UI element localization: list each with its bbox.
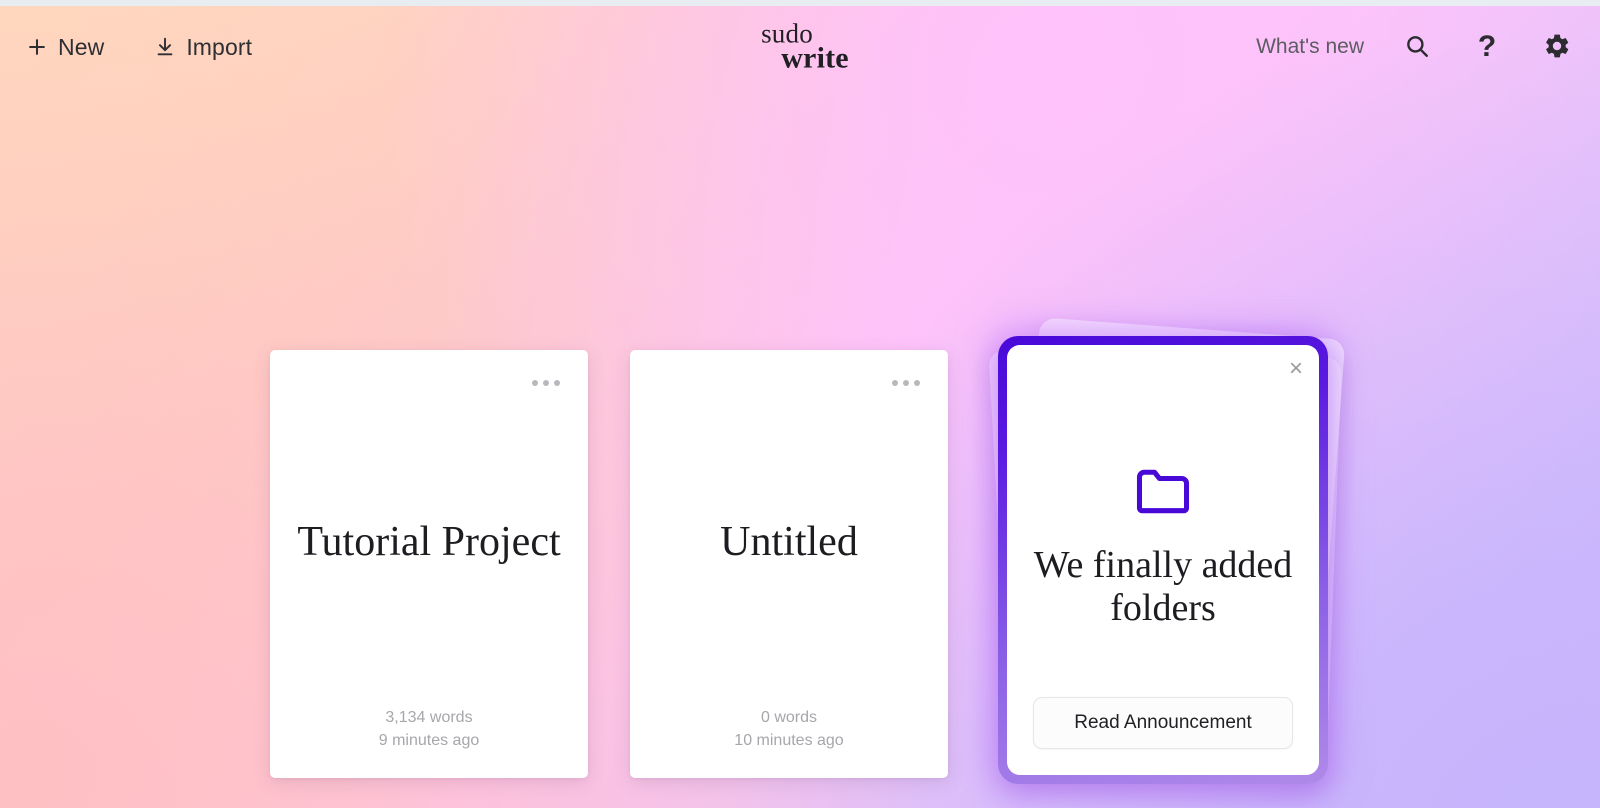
header-right-actions: What's new ?: [1256, 30, 1574, 64]
folder-icon: [1134, 467, 1192, 520]
dot: [532, 380, 538, 386]
more-options-icon[interactable]: [532, 380, 560, 386]
download-icon: [154, 36, 176, 58]
plus-icon: [26, 36, 48, 58]
announcement-card-border: × We finally added folders Read Announce…: [998, 336, 1328, 784]
announcement-title: We finally added folders: [1033, 544, 1293, 630]
whats-new-button[interactable]: What's new: [1256, 35, 1364, 59]
project-meta: 0 words 10 minutes ago: [630, 706, 948, 778]
dot: [903, 380, 909, 386]
header-left-actions: New Import: [26, 34, 252, 61]
dot: [914, 380, 920, 386]
close-icon[interactable]: ×: [1289, 357, 1303, 381]
sudowrite-logo[interactable]: sudo write: [751, 20, 849, 74]
new-project-button[interactable]: New: [26, 34, 104, 61]
app-root: New Import sudo write What's new ? Tutor…: [0, 0, 1600, 808]
settings-button[interactable]: [1540, 30, 1574, 64]
search-icon: [1404, 33, 1430, 62]
more-options-icon[interactable]: [892, 380, 920, 386]
project-modified-time: 10 minutes ago: [734, 731, 844, 749]
search-button[interactable]: [1400, 30, 1434, 64]
import-button[interactable]: Import: [154, 34, 252, 61]
project-word-count: 0 words: [760, 708, 818, 726]
announcement-card: × We finally added folders Read Announce…: [1007, 345, 1319, 775]
question-mark-icon: ?: [1477, 30, 1497, 63]
project-modified-time: 9 minutes ago: [378, 731, 480, 749]
browser-chrome-strip: [0, 0, 1600, 6]
project-word-count: 3,134 words: [385, 708, 473, 726]
help-button[interactable]: ?: [1470, 30, 1504, 64]
project-card[interactable]: Untitled 0 words 10 minutes ago: [630, 350, 948, 778]
project-title: Untitled: [720, 519, 858, 566]
project-title: Tutorial Project: [297, 519, 561, 566]
gear-icon: [1543, 32, 1571, 63]
project-card[interactable]: Tutorial Project 3,134 words 9 minutes a…: [270, 350, 588, 778]
dot: [554, 380, 560, 386]
import-label: Import: [186, 33, 253, 60]
project-meta: 3,134 words 9 minutes ago: [270, 706, 588, 778]
read-announcement-button[interactable]: Read Announcement: [1033, 697, 1293, 749]
project-card-grid: Tutorial Project 3,134 words 9 minutes a…: [0, 317, 1600, 786]
dot: [892, 380, 898, 386]
app-header: New Import sudo write What's new ?: [0, 6, 1600, 88]
new-project-label: New: [58, 33, 105, 60]
announcement-card-stack: × We finally added folders Read Announce…: [988, 317, 1346, 786]
dot: [543, 380, 549, 386]
